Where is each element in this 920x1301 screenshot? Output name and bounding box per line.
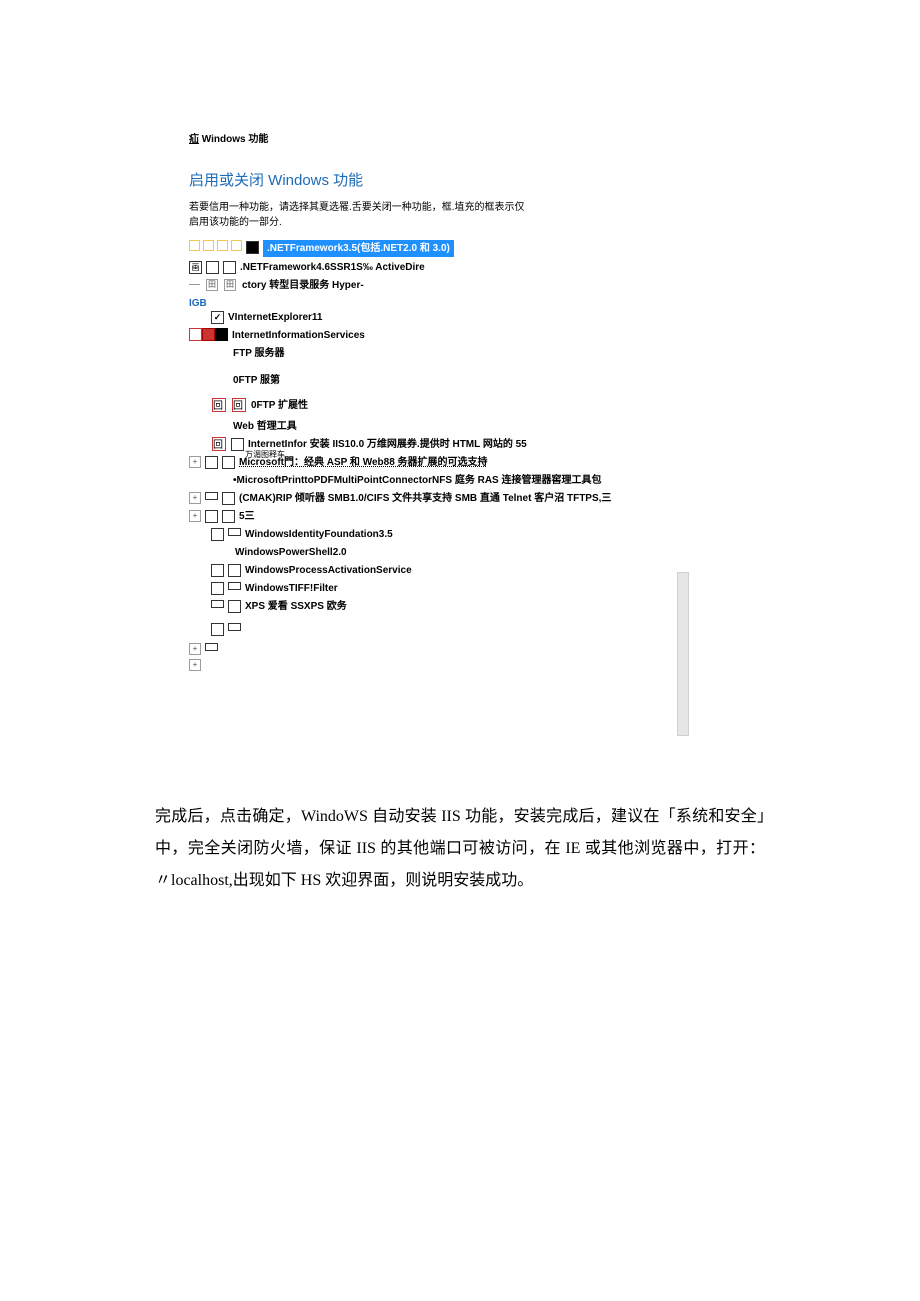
cb-five-b[interactable] [222,510,235,523]
cb-tiff-a[interactable] [211,582,224,595]
row-iis[interactable]: InternetInformationServices [189,328,739,343]
row-five[interactable]: + 5三 [189,509,739,524]
label-wpas: WindowsProcessActivationService [245,563,412,578]
checkbox-msft-a[interactable] [205,456,218,469]
checkbox-ie11[interactable] [211,311,224,324]
row-ie11[interactable]: VInternetExplorer11 [189,310,739,325]
row-igb: IGB [189,296,739,311]
cb-tiff-b[interactable] [228,582,241,590]
label-internet-infor: InternetInfor 安装 IIS10.0 万维网展券.提供时 HTML … [248,437,527,452]
cb-five-a[interactable] [205,510,218,523]
label-iis: InternetInformationServices [232,328,365,343]
label-msft-sub: 万湄图释车 [245,449,285,461]
row-blank1[interactable] [189,622,739,636]
label-ftp-ext: 0FTP 扩屣性 [251,398,308,413]
row-xps[interactable]: XPS 爱看 SSXPS 欧务 [189,599,739,614]
checkbox-net46[interactable] [206,261,219,274]
cb-blank2[interactable] [205,643,218,651]
cb-xps-b[interactable] [228,600,241,613]
cb-wpas-a[interactable] [211,564,224,577]
cb-cmak-a[interactable] [205,492,218,500]
row-ftp-ext[interactable]: 回 回 0FTP 扩屣性 [189,398,739,413]
cb-wpas-b[interactable] [228,564,241,577]
label-xps: XPS 爱看 SSXPS 欧务 [245,599,347,614]
title-main: Windows 功能 [202,134,269,145]
cb-wif-b[interactable] [228,528,241,536]
feature-tree: .NETFramework3.5(包括.NET2.0 和 3.0) 画 .NET… [189,240,739,671]
cb-blank1b[interactable] [228,623,241,631]
features-description: 若要信用一种功能，请选择其夏选罹.舌要关闭一种功能，框.埴充的框表示仅启用该功能… [189,200,529,230]
glyph-box: 画 [189,261,202,274]
label-ie11: VInternetExplorer11 [228,310,322,325]
expander-ctory[interactable]: 田 [206,279,218,291]
row-wif[interactable]: WindowsIdentityFoundation3.5 [189,527,739,542]
row-net46[interactable]: 画 .NETFramework4.6SSR1S‰ ActiveDire [189,260,739,275]
box-a: 回 [212,398,226,412]
row-blank2[interactable]: + [189,642,739,655]
scrollbar[interactable] [677,572,689,736]
red-decor [189,328,228,341]
label-ftp-server: FTP 服务器 [233,346,284,361]
checkbox-net35[interactable] [246,241,259,254]
row-ftp-svc[interactable]: 0FTP 服第 [189,373,739,388]
label-web-mgmt: Web 哲理工具 [233,419,297,434]
row-net35[interactable]: .NETFramework3.5(包括.NET2.0 和 3.0) [189,240,739,257]
row-web-mgmt[interactable]: Web 哲理工具 [189,419,739,434]
dash-icon [189,284,200,285]
label-tiff: WindowsTIFF!Filter [245,581,338,596]
label-igb: IGB [189,296,207,311]
box-c: 回 [212,437,226,451]
body-paragraph: 完成后，点击确定，WindoWS 自动安装 IIS 功能，安装完成后，建议在「系… [0,801,920,897]
row-cmak[interactable]: + (CMAK)RIP 倾听器 SMB1.0/CIFS 文件共享支持 SMB 直… [189,491,739,506]
row-ctory[interactable]: 田 田 ctory 转型目录服务 Hyper- [189,278,739,293]
features-heading: 启用或关闭 Windows 功能 [189,169,739,190]
row-ps2[interactable]: WindowsPowerShell2.0 [189,545,739,560]
checkbox-infor[interactable] [231,438,244,451]
label-ctory: ctory 转型目录服务 Hyper- [242,278,364,293]
cb-wif-a[interactable] [211,528,224,541]
row-msft-print: •MicrosoftPrinttoPDFMultiPointConnectorN… [189,473,739,488]
label-msft-print: •MicrosoftPrinttoPDFMultiPointConnectorN… [233,473,602,488]
label-ps2: WindowsPowerShell2.0 [235,545,347,560]
label-ftp-svc: 0FTP 服第 [233,373,280,388]
decor-boxes [189,240,242,251]
expander-blank2[interactable]: + [189,643,201,655]
label-wif: WindowsIdentityFoundation3.5 [245,527,393,542]
label-net46: .NETFramework4.6SSR1S‰ ActiveDire [240,260,425,275]
label-five: 5三 [239,509,255,524]
box-b: 回 [232,398,246,412]
expander-blank3[interactable]: + [189,659,201,671]
row-blank3[interactable]: + [189,658,739,671]
label-cmak: (CMAK)RIP 倾听器 SMB1.0/CIFS 文件共享支持 SMB 直通 … [239,491,611,506]
checkbox-net46b[interactable] [223,261,236,274]
cb-blank1a[interactable] [211,623,224,636]
dialog-title: 疝 Windows 功能 [189,130,739,145]
cb-xps-a[interactable] [211,600,224,608]
cb-cmak-b[interactable] [222,492,235,505]
expander-cmak[interactable]: + [189,492,201,504]
title-prefix: 疝 [189,134,199,145]
row-ftp-server[interactable]: FTP 服务器 [189,346,739,361]
expander-ctory2[interactable]: 田 [224,279,236,291]
expander-five[interactable]: + [189,510,201,522]
row-wpas[interactable]: WindowsProcessActivationService [189,563,739,578]
expander-msft[interactable]: + [189,456,201,468]
row-tiff[interactable]: WindowsTIFF!Filter [189,581,739,596]
checkbox-msft-b[interactable] [222,456,235,469]
label-net35: .NETFramework3.5(包括.NET2.0 和 3.0) [263,240,454,257]
row-msft[interactable]: + Microsoft門：经典 ASP 和 Web88 务器扩展的可选支持 万湄… [189,455,739,470]
